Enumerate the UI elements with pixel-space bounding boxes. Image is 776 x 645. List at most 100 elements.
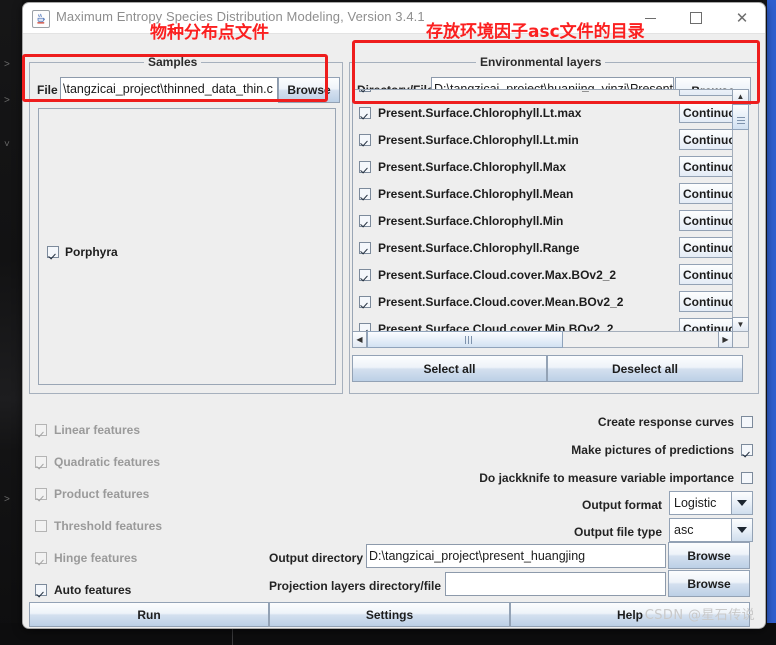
- features-column: Linear features Quadratic features Product…: [35, 414, 265, 606]
- feature-label: Auto features: [54, 583, 132, 597]
- feature-checkbox[interactable]: [35, 424, 47, 436]
- layer-row[interactable]: Present.Surface.Calcite.Mean.BOV2_2 Conti…: [353, 90, 733, 99]
- chevron-down-icon[interactable]: [731, 492, 752, 514]
- projection-label: Projection layers directory/file: [269, 579, 442, 593]
- layer-name: Present.Surface.Calcite.Mean.BOV2_2: [378, 90, 595, 93]
- select-all-button[interactable]: Select all: [352, 355, 547, 382]
- feature-checkbox[interactable]: [35, 456, 47, 468]
- jackknife-label: Do jackknife to measure variable importa…: [479, 471, 734, 485]
- layer-type-select[interactable]: Continuo: [679, 291, 733, 312]
- java-coffee-icon: [32, 10, 50, 28]
- layer-checkbox[interactable]: [359, 90, 371, 92]
- layers-list-inner: Present.Surface.Calcite.Mean.BOV2_2 Conti…: [353, 90, 733, 333]
- deselect-all-button[interactable]: Deselect all: [547, 355, 743, 382]
- scroll-up-arrow[interactable]: ▲: [732, 89, 749, 104]
- feature-label: Linear features: [54, 423, 141, 437]
- layer-row[interactable]: Present.Surface.Cloud.cover.Mean.BOv2_2 C…: [353, 288, 733, 315]
- feature-row[interactable]: Hinge features: [35, 542, 265, 574]
- layer-type-select[interactable]: Continuo: [679, 264, 733, 285]
- layer-checkbox[interactable]: [359, 160, 371, 173]
- samples-panel: Samples File \tangzicai_project\thinned_…: [29, 55, 343, 394]
- settings-button[interactable]: Settings: [269, 602, 510, 627]
- layer-type-select[interactable]: Continuo: [679, 156, 733, 177]
- feature-checkbox[interactable]: [35, 552, 47, 564]
- layer-row[interactable]: Present.Surface.Chlorophyll.Lt.min Contin…: [353, 126, 733, 153]
- jackknife-checkbox[interactable]: [741, 472, 753, 484]
- layer-row[interactable]: Present.Surface.Chlorophyll.Lt.max Contin…: [353, 99, 733, 126]
- layer-checkbox[interactable]: [359, 133, 371, 146]
- layer-type-select[interactable]: Continuo: [679, 210, 733, 231]
- projection-browse-button[interactable]: Browse: [668, 570, 750, 597]
- samples-file-label: File: [37, 83, 58, 97]
- layers-hscroll-thumb[interactable]: [367, 331, 563, 348]
- layers-annotation-text: 存放环境因子asc文件的目录: [426, 22, 645, 42]
- output-filetype-value: asc: [674, 523, 694, 537]
- layer-name: Present.Surface.Chlorophyll.Lt.min: [378, 132, 579, 147]
- layer-checkbox[interactable]: [359, 187, 371, 200]
- option-response-curves[interactable]: Create response curves: [598, 415, 753, 429]
- layer-row[interactable]: Present.Surface.Chlorophyll.Range Continu…: [353, 234, 733, 261]
- output-format-value: Logistic: [674, 496, 717, 510]
- close-button[interactable]: ✕: [719, 3, 765, 33]
- run-button[interactable]: Run: [29, 602, 269, 627]
- layer-checkbox[interactable]: [359, 268, 371, 281]
- layer-row[interactable]: Present.Surface.Chlorophyll.Max Continuo: [353, 153, 733, 180]
- layer-type-select[interactable]: Continuo: [679, 237, 733, 258]
- sample-item-porphyra[interactable]: Porphyra: [47, 245, 118, 259]
- option-make-pictures[interactable]: Make pictures of predictions: [571, 443, 753, 457]
- option-jackknife[interactable]: Do jackknife to measure variable importa…: [479, 471, 753, 485]
- window-content: Samples File \tangzicai_project\thinned_…: [23, 34, 765, 628]
- background-blue-strip: [767, 0, 776, 645]
- layer-row[interactable]: Present.Surface.Chlorophyll.Mean Continuo: [353, 180, 733, 207]
- output-dir-browse-button[interactable]: Browse: [668, 542, 750, 569]
- watermark: CSDN @星石传说: [644, 608, 755, 623]
- response-curves-checkbox[interactable]: [741, 416, 753, 428]
- sample-label: Porphyra: [65, 245, 118, 259]
- layer-name: Present.Surface.Chlorophyll.Min: [378, 213, 564, 228]
- scroll-right-arrow[interactable]: ▶: [718, 331, 733, 348]
- output-dir-input[interactable]: D:\tangzicai_project\present_huangjing: [366, 544, 666, 568]
- layer-type-select[interactable]: Continuo: [679, 183, 733, 204]
- layer-checkbox[interactable]: [359, 295, 371, 308]
- feature-row[interactable]: Linear features: [35, 414, 265, 446]
- layer-row[interactable]: Present.Surface.Chlorophyll.Min Continuo: [353, 207, 733, 234]
- sample-checkbox[interactable]: [47, 246, 59, 258]
- layer-name: Present.Surface.Chlorophyll.Max: [378, 159, 567, 174]
- samples-browse-button[interactable]: Browse: [278, 77, 340, 103]
- layer-type-select[interactable]: Continuo: [679, 102, 733, 123]
- feature-label: Threshold features: [54, 519, 163, 533]
- chevron-down-icon-2[interactable]: [731, 519, 752, 541]
- feature-checkbox[interactable]: [35, 584, 47, 596]
- feature-row[interactable]: Quadratic features: [35, 446, 265, 478]
- layer-type-select[interactable]: Continuo: [679, 90, 733, 96]
- feature-label: Product features: [54, 487, 150, 501]
- feature-checkbox[interactable]: [35, 520, 47, 532]
- feature-row[interactable]: Product features: [35, 478, 265, 510]
- make-pictures-label: Make pictures of predictions: [571, 443, 734, 457]
- output-filetype-select[interactable]: asc: [669, 518, 753, 542]
- feature-label: Quadratic features: [54, 455, 161, 469]
- feature-row[interactable]: Threshold features: [35, 510, 265, 542]
- layer-checkbox[interactable]: [359, 241, 371, 254]
- samples-file-input[interactable]: \tangzicai_project\thinned_data_thin.c: [60, 77, 278, 101]
- maximize-button[interactable]: [673, 3, 719, 33]
- samples-legend: Samples: [144, 55, 202, 69]
- scroll-down-arrow[interactable]: ▼: [732, 317, 749, 332]
- layers-scroll-thumb[interactable]: [732, 104, 749, 130]
- title-bar[interactable]: Maximum Entropy Species Distribution Mod…: [23, 3, 765, 34]
- layers-vertical-scrollbar[interactable]: ▲ ▼: [732, 89, 749, 332]
- scroll-left-arrow[interactable]: ◀: [352, 331, 367, 348]
- layer-name: Present.Surface.Chlorophyll.Mean: [378, 186, 574, 201]
- layer-checkbox[interactable]: [359, 106, 371, 119]
- layer-type-select[interactable]: Continuo: [679, 129, 733, 150]
- output-format-select[interactable]: Logistic: [669, 491, 753, 515]
- samples-list[interactable]: Porphyra: [38, 108, 336, 385]
- layers-legend: Environmental layers: [476, 55, 606, 69]
- layer-checkbox[interactable]: [359, 214, 371, 227]
- layers-list[interactable]: Present.Surface.Calcite.Mean.BOV2_2 Conti…: [352, 89, 734, 334]
- projection-input[interactable]: [445, 572, 666, 596]
- make-pictures-checkbox[interactable]: [741, 444, 753, 456]
- feature-checkbox[interactable]: [35, 488, 47, 500]
- layers-horizontal-scrollbar[interactable]: ◀ ▶: [352, 331, 749, 348]
- layer-row[interactable]: Present.Surface.Cloud.cover.Max.BOv2_2 Co…: [353, 261, 733, 288]
